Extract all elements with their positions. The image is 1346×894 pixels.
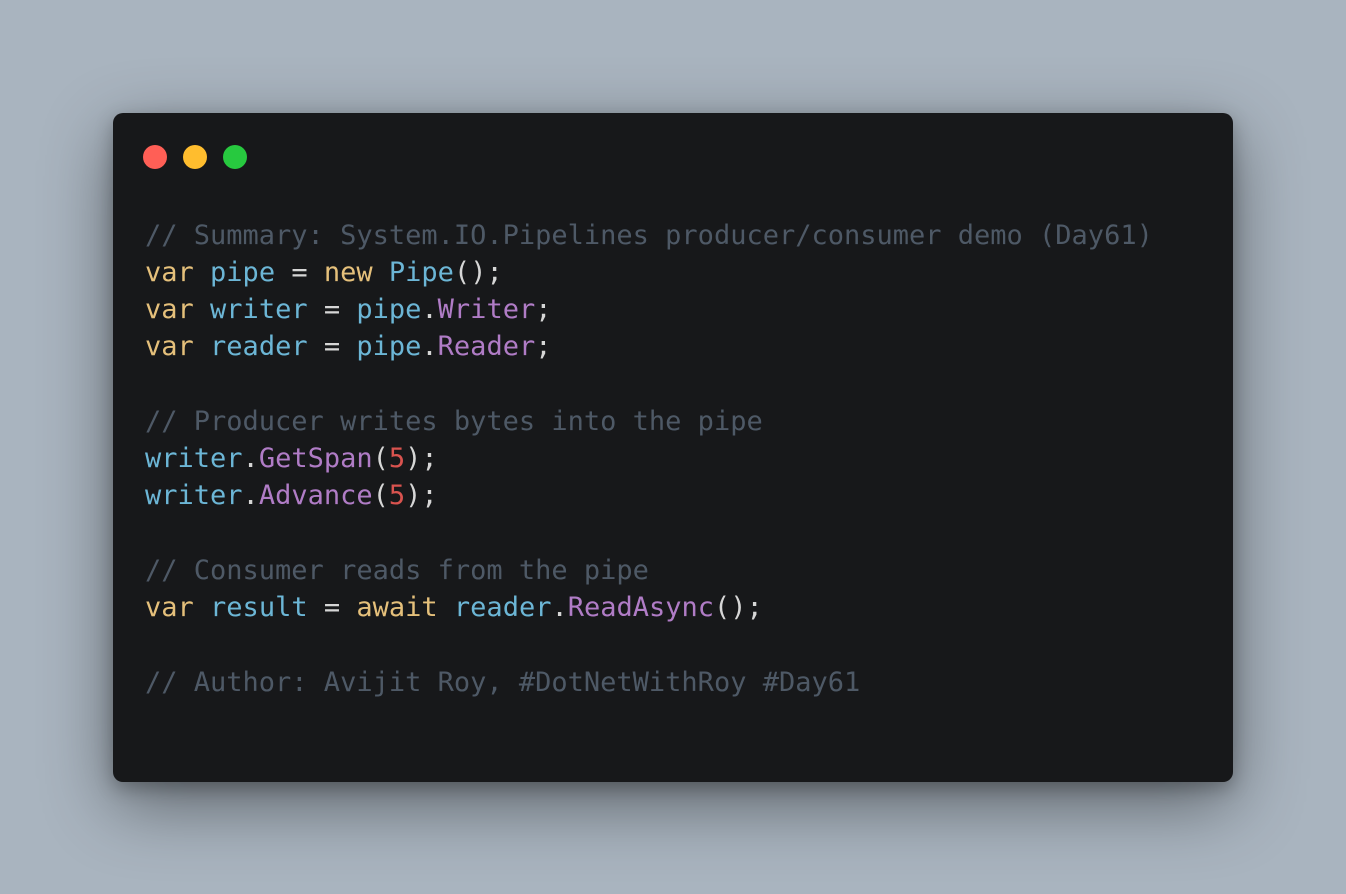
code-token-punct: . [242,480,259,511]
code-token-comment: // Producer writes bytes into the pipe [145,406,763,437]
code-token-number: 5 [388,480,406,511]
code-line: var pipe = new Pipe(); [145,254,1153,291]
code-line: writer.GetSpan(5); [145,440,1153,477]
close-dot[interactable] [143,145,167,169]
code-token-punct: ( [372,480,389,511]
code-token-keyword: var [145,257,194,288]
code-token-punct [373,257,389,288]
zoom-dot[interactable] [223,145,247,169]
code-line: // Author: Avijit Roy, #DotNetWithRoy #D… [145,664,1153,701]
code-window: // Summary: System.IO.Pipelines producer… [113,113,1233,782]
code-token-member: Writer [437,294,536,325]
code-token-comment: // Summary: System.IO.Pipelines producer… [145,220,1153,251]
code-token-punct: (); [453,257,503,288]
code-line: writer.Advance(5); [145,477,1153,514]
code-token-punct: ); [405,443,438,474]
code-token-keyword: new [323,257,373,288]
code-block: // Summary: System.IO.Pipelines producer… [145,217,1153,701]
code-token-punct [438,592,454,623]
code-token-ident: pipe [210,257,276,288]
code-token-member: Advance [258,480,373,511]
code-token-punct: = [307,592,357,623]
minimize-dot[interactable] [183,145,207,169]
code-token-ident: pipe [356,331,422,362]
code-token-punct: ; [535,331,552,362]
code-token-ident: pipe [356,294,422,325]
code-token-ident: writer [210,294,308,325]
code-token-punct: . [421,331,438,362]
code-token-punct [194,592,210,623]
code-token-ident: writer [145,480,243,511]
code-token-number: 5 [388,443,406,474]
code-token-ident: result [210,592,308,623]
code-token-punct: = [275,257,324,288]
code-token-punct: = [307,294,357,325]
code-token-ident: reader [453,592,552,623]
code-line: var writer = pipe.Writer; [145,291,1153,328]
code-token-ident: writer [145,443,243,474]
code-token-punct: ( [372,443,389,474]
code-token-comment: // Author: Avijit Roy, #DotNetWithRoy #D… [145,667,861,698]
code-line: var reader = pipe.Reader; [145,328,1153,365]
code-token-comment: // Consumer reads from the pipe [145,555,649,586]
code-token-punct [194,331,210,362]
code-token-keyword: await [356,592,438,623]
code-token-punct [194,257,210,288]
code-token-keyword: var [145,294,194,325]
code-token-keyword: var [145,592,194,623]
code-token-member: Reader [437,331,536,362]
code-token-punct: = [307,331,357,362]
code-line: var result = await reader.ReadAsync(); [145,589,1153,626]
code-token-punct: . [421,294,438,325]
code-token-keyword: var [145,331,194,362]
code-token-ident: reader [210,331,308,362]
code-line: // Consumer reads from the pipe [145,552,1153,589]
code-token-punct [194,294,210,325]
code-token-punct: ); [405,480,438,511]
code-token-punct: . [242,443,259,474]
code-token-type: Pipe [388,257,454,288]
code-line: // Producer writes bytes into the pipe [145,403,1153,440]
code-token-punct: (); [714,592,763,623]
code-token-member: ReadAsync [567,592,715,623]
window-controls [143,145,263,169]
code-line: // Summary: System.IO.Pipelines producer… [145,217,1153,254]
code-token-punct: ; [535,294,552,325]
code-token-punct: . [551,592,568,623]
code-token-member: GetSpan [258,443,373,474]
